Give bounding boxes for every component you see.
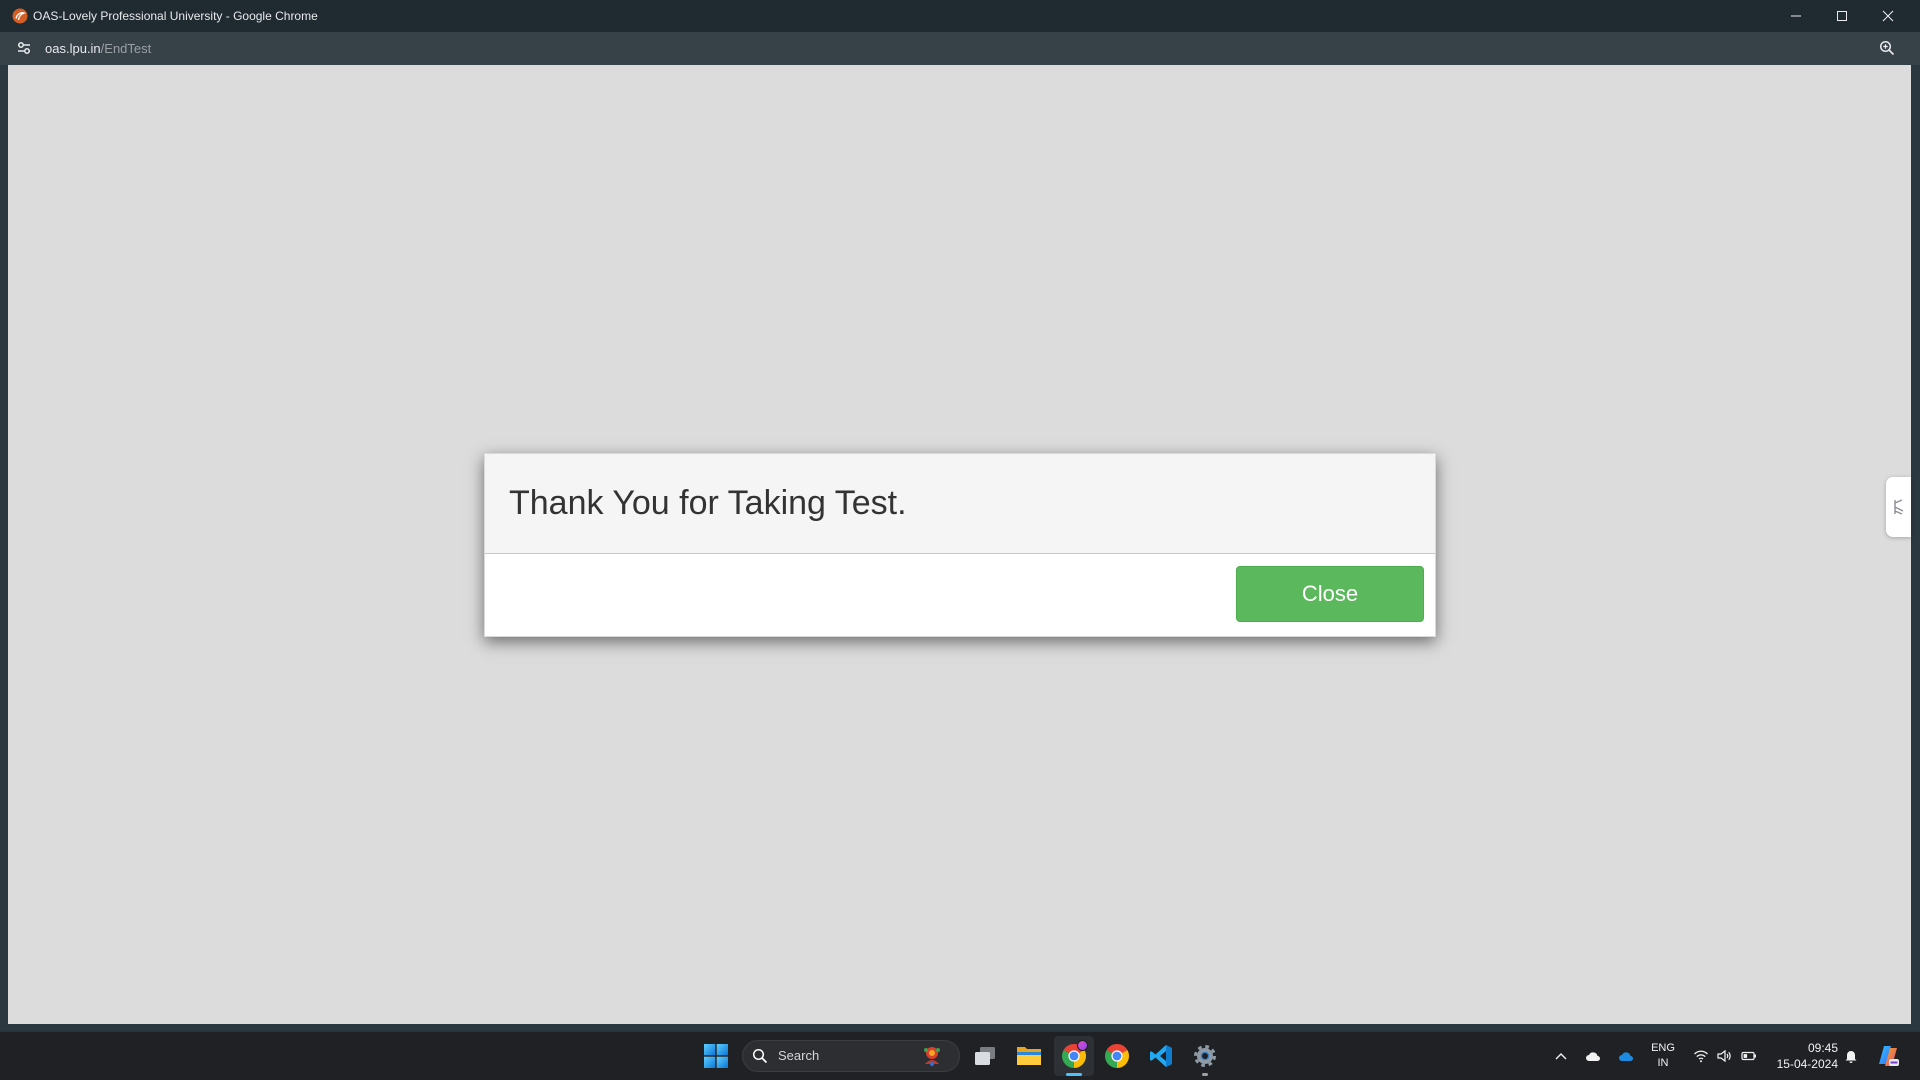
end-test-dialog: Thank You for Taking Test. Close — [484, 453, 1436, 637]
window-title: OAS-Lovely Professional University - Goo… — [33, 9, 318, 23]
chrome-icon — [1105, 1044, 1129, 1068]
site-settings-icon[interactable] — [16, 40, 32, 56]
minimize-icon — [1791, 15, 1801, 17]
vscode-icon — [1150, 1045, 1172, 1067]
onedrive-icon[interactable] — [1618, 1048, 1634, 1064]
vscode-button[interactable] — [1141, 1036, 1181, 1076]
language-code: ENG — [1651, 1042, 1675, 1054]
taskbar-search-box[interactable]: Search — [742, 1040, 960, 1072]
clock[interactable]: 09:45 15-04-2024 — [1766, 1040, 1838, 1072]
start-button[interactable] — [696, 1036, 736, 1076]
battery-icon[interactable] — [1741, 1048, 1757, 1064]
lpu-favicon-icon — [12, 8, 28, 24]
settings-button[interactable] — [1185, 1036, 1225, 1076]
chrome-profile-button[interactable] — [1054, 1036, 1094, 1076]
task-view-icon — [975, 1047, 995, 1065]
side-panel-toggle[interactable] — [1886, 477, 1911, 537]
dialog-message: Thank You for Taking Test. — [509, 484, 907, 522]
location-bar: oas.lpu.in/EndTest — [0, 32, 1920, 65]
side-panel-toggle-icon — [1893, 499, 1903, 515]
maximize-icon — [1837, 11, 1847, 21]
region-code: IN — [1657, 1057, 1669, 1069]
search-highlight-icon — [924, 1047, 940, 1066]
profile-badge — [1077, 1040, 1088, 1051]
clock-time: 09:45 — [1807, 1041, 1838, 1055]
close-button[interactable]: Close — [1236, 566, 1424, 622]
chrome-button[interactable] — [1097, 1036, 1137, 1076]
maximize-button[interactable] — [1819, 0, 1865, 32]
file-explorer-button[interactable] — [1009, 1036, 1049, 1076]
url-path: /EndTest — [100, 41, 152, 56]
search-icon — [752, 1048, 768, 1064]
page-url: oas.lpu.in/EndTest — [45, 32, 151, 65]
close-window-button[interactable] — [1865, 0, 1911, 32]
url-host: oas.lpu.in — [45, 41, 101, 56]
browser-title-bar[interactable]: OAS-Lovely Professional University - Goo… — [0, 0, 1920, 32]
page-viewport: Thank You for Taking Test. Close — [8, 65, 1911, 1024]
windows-start-icon — [704, 1044, 728, 1068]
running-app-indicator — [1202, 1073, 1208, 1076]
dialog-header: Thank You for Taking Test. — [485, 454, 1435, 554]
clock-date: 15-04-2024 — [1776, 1057, 1838, 1071]
wifi-icon[interactable] — [1693, 1048, 1709, 1064]
settings-icon — [1194, 1045, 1216, 1067]
input-language[interactable]: ENG IN — [1645, 1041, 1681, 1071]
close-icon — [1882, 10, 1894, 22]
dialog-footer: Close — [485, 554, 1435, 636]
minimize-button[interactable] — [1773, 0, 1819, 32]
active-app-indicator — [1066, 1073, 1082, 1076]
file-explorer-icon — [1017, 1047, 1041, 1065]
chevron-up-icon[interactable] — [1553, 1048, 1569, 1064]
taskbar: Search ENG IN 09:45 15-04-2024 — [0, 1031, 1920, 1080]
zoom-in-icon[interactable] — [1879, 40, 1895, 56]
cloud-icon[interactable] — [1585, 1048, 1601, 1064]
task-view-button[interactable] — [965, 1036, 1005, 1076]
copilot-icon[interactable] — [1876, 1044, 1900, 1068]
search-label: Search — [778, 1048, 820, 1063]
bell-icon[interactable] — [1843, 1048, 1859, 1064]
volume-icon[interactable] — [1716, 1048, 1732, 1064]
